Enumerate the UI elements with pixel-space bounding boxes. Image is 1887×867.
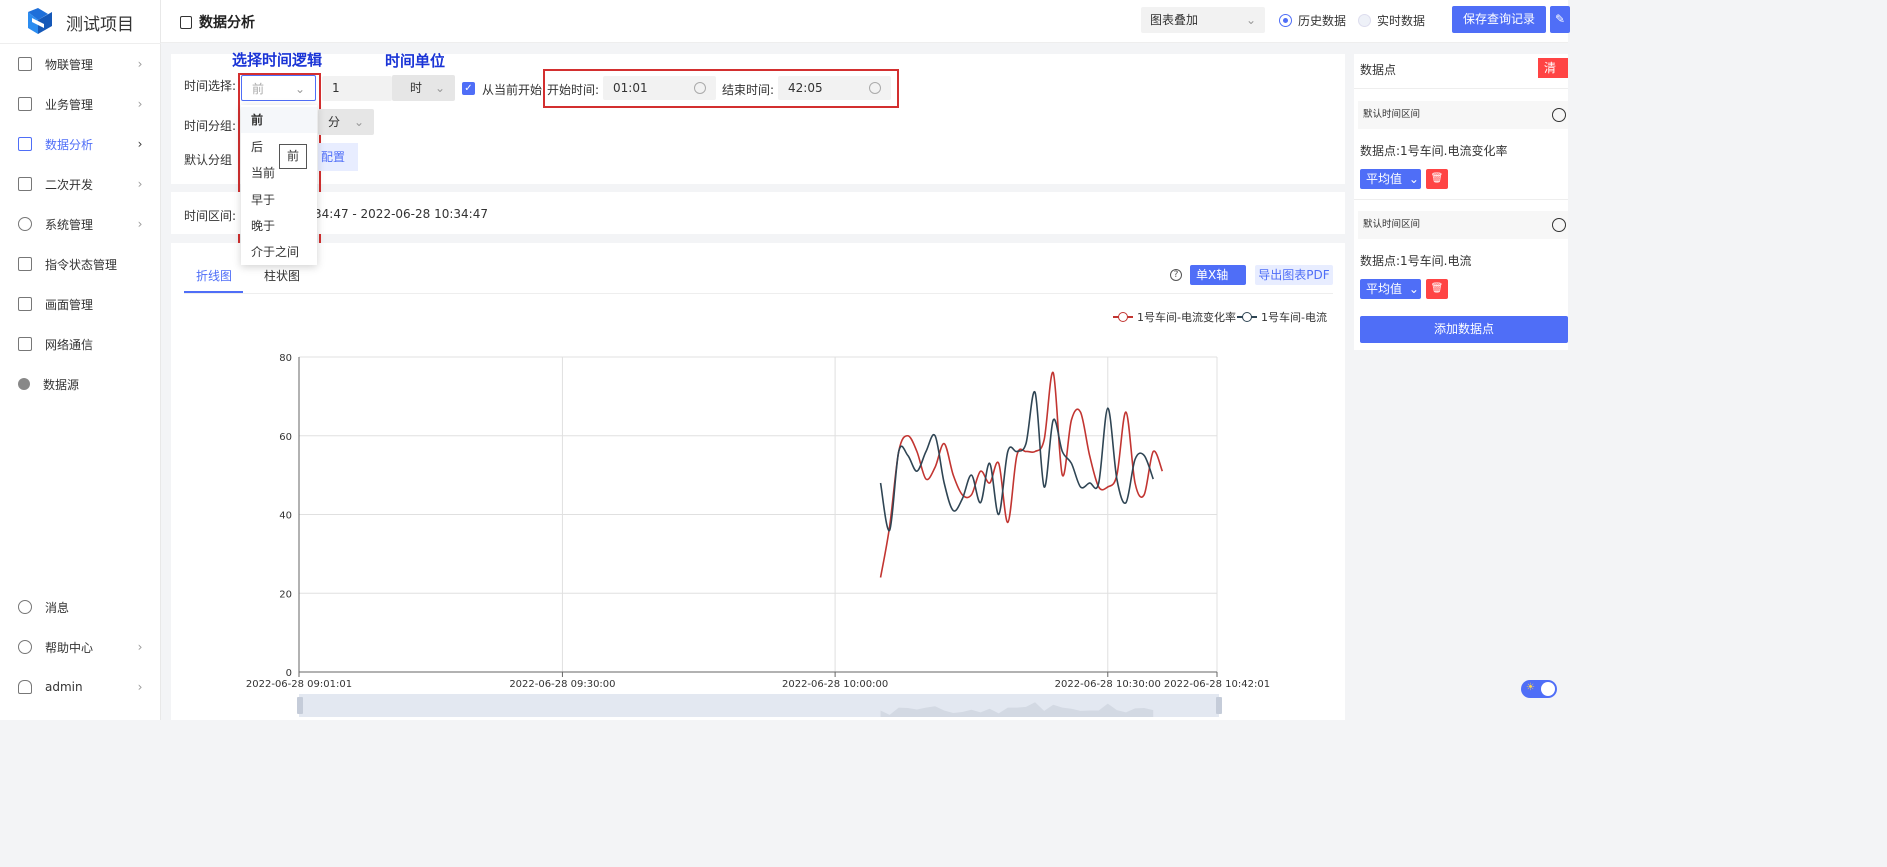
time-logic-dropdown: 前 后 当前 早于 晚于 介于之间 (241, 105, 317, 265)
sun-icon: ☀ (1526, 682, 1535, 693)
x-tick-label: 2022-06-28 09:30:00 (509, 679, 615, 690)
x-tick-label: 2022-06-28 10:42:01 (1164, 679, 1270, 690)
dropdown-option-between[interactable]: 介于之间 (241, 239, 317, 265)
datapoint-name: 数据点:1号车间.电流变化率 (1360, 144, 1508, 158)
y-tick-label: 20 (279, 589, 292, 600)
theme-toggle[interactable]: ☀ (1521, 680, 1557, 698)
datapoint-panel (1354, 54, 1568, 350)
aggregate-select[interactable]: 平均值 ⌄ (1360, 279, 1421, 299)
datapoint-name: 数据点:1号车间.电流 (1360, 254, 1472, 268)
add-datapoint-button[interactable]: 添加数据点 (1360, 316, 1568, 343)
datazoom-handle-right (1216, 697, 1222, 714)
datapoint-panel-title: 数据点 (1360, 63, 1397, 77)
y-tick-label: 60 (279, 432, 292, 443)
y-tick-label: 0 (286, 668, 292, 679)
series-line-current-rate (879, 371, 1164, 578)
section-label: 默认时间区间 (1363, 219, 1421, 230)
y-tick-label: 40 (279, 511, 292, 522)
series-line-current (879, 391, 1154, 532)
aggregate-value: 平均值 (1366, 282, 1403, 296)
delete-icon[interactable]: 🗑 (1426, 279, 1448, 299)
section-label: 默认时间区间 (1363, 109, 1421, 120)
aggregate-value: 平均值 (1366, 172, 1403, 186)
chevron-down-icon: ⌄ (1408, 172, 1419, 186)
line-chart: 0 20 40 60 80 2022-06-28 09:01:01 2022-06-28 0… (246, 353, 1270, 717)
x-tick-label: 2022-06-28 09:01:01 (246, 679, 352, 690)
x-tick-label: 2022-06-28 10:30:00 (1055, 679, 1161, 690)
dropdown-option-before[interactable]: 前 (241, 107, 317, 133)
time-range-section: 默认时间区间 (1358, 101, 1568, 129)
x-tick-label: 2022-06-28 10:00:00 (782, 679, 888, 690)
option-tooltip: 前 (279, 144, 307, 169)
datazoom-handle-left (297, 697, 303, 714)
clear-button[interactable]: 清 除 (1538, 58, 1568, 95)
aggregate-select[interactable]: 平均值 ⌄ (1360, 169, 1421, 189)
time-range-section: 默认时间区间 (1358, 211, 1568, 239)
chevron-down-icon: ⌄ (1408, 282, 1419, 296)
y-tick-label: 80 (279, 353, 292, 364)
dropdown-option-later[interactable]: 晚于 (241, 213, 317, 239)
toggle-knob (1541, 682, 1555, 696)
clock-icon[interactable] (1552, 108, 1566, 122)
panel-divider (1354, 88, 1568, 89)
delete-icon[interactable]: 🗑 (1426, 169, 1448, 189)
dropdown-option-earlier[interactable]: 早于 (241, 187, 317, 213)
clock-icon[interactable] (1552, 218, 1566, 232)
panel-divider (1354, 199, 1568, 200)
